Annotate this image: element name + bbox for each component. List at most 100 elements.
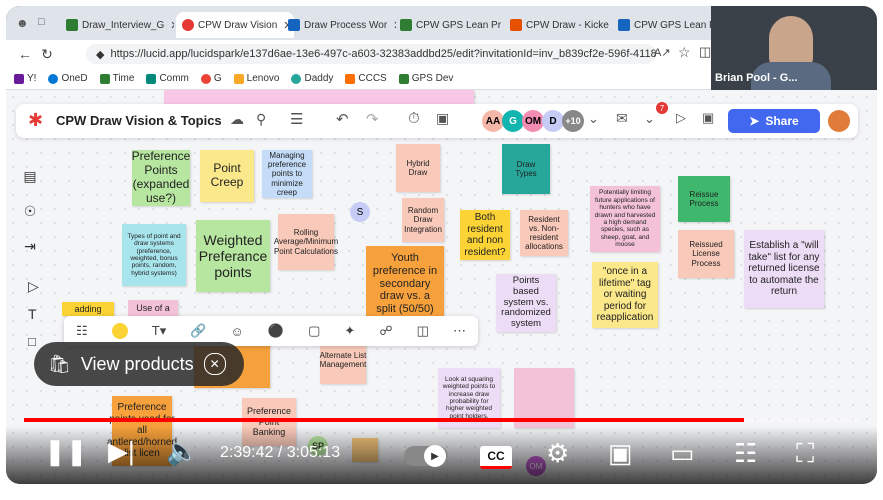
present-icon[interactable]: ▷ <box>676 110 686 126</box>
sticky-note[interactable]: Draw Types <box>502 144 550 194</box>
select-tool-icon[interactable]: ▷ <box>28 278 39 295</box>
lucid-logo-icon[interactable]: ✱ <box>28 110 43 131</box>
sticky-note[interactable]: Youth preference in secondary draw vs. a… <box>366 246 444 322</box>
tab-cpw-draw-vision[interactable]: CPW Draw Vision✕ <box>176 12 294 38</box>
sticky-note[interactable]: Random Draw Integration <box>402 198 444 242</box>
close-icon[interactable]: ✕ <box>615 19 616 32</box>
fullscreen-icon[interactable]: ⛶ <box>796 438 814 470</box>
pause-icon[interactable]: ❚❚ <box>44 436 88 467</box>
theater-mode-icon[interactable]: ▭ <box>670 438 695 469</box>
close-icon[interactable]: ✕ <box>203 353 226 375</box>
cloud-saved-icon[interactable]: ☁ <box>230 111 244 128</box>
sticky-note[interactable]: Both resident and non resident? <box>460 210 510 260</box>
sticky-note[interactable]: Reissue Process <box>678 176 730 222</box>
sticky-type-icon[interactable]: ☷ <box>76 323 88 339</box>
lock-icon[interactable]: ☍ <box>379 323 392 339</box>
chevron-down-icon[interactable]: ⌄ <box>588 111 599 127</box>
sticky-note[interactable]: "once in a lifetime" tag or waiting peri… <box>592 262 658 328</box>
sticky-note[interactable]: Point Creep <box>200 150 254 202</box>
sticky-note[interactable]: Reissued License Process <box>678 230 734 278</box>
import-icon[interactable]: ⇥ <box>24 238 36 255</box>
color-picker-icon[interactable] <box>111 323 128 339</box>
back-icon[interactable]: ← <box>14 46 36 62</box>
sticky-note-banner[interactable] <box>164 90 474 104</box>
sticky-note[interactable]: Preference Points (expanded use?) <box>132 150 190 206</box>
bookmark-time[interactable]: Time <box>99 73 134 84</box>
bookmark-onedrive[interactable]: OneD <box>48 73 88 84</box>
autoplay-toggle[interactable]: ▶ <box>404 445 448 467</box>
ai-sparkle-icon[interactable]: ✦ <box>344 323 355 339</box>
sticky-note[interactable]: Weighted Preferance points <box>196 220 270 292</box>
text-tool-icon[interactable]: T <box>28 306 37 322</box>
close-icon[interactable]: ✕ <box>170 19 174 32</box>
volume-icon[interactable]: 🔉 <box>166 436 198 467</box>
menu-icon[interactable]: ☰ <box>290 110 303 128</box>
close-icon[interactable]: ✕ <box>393 19 396 32</box>
bookmark-g1[interactable]: G <box>200 73 222 84</box>
sticky-note[interactable]: Rolling Average/Minimum Point Calculatio… <box>274 214 338 270</box>
collaborator-avatar[interactable]: G <box>502 110 524 132</box>
frame-icon[interactable]: ▤ <box>23 168 36 185</box>
sticky-note[interactable]: Hybrid Draw <box>396 144 440 192</box>
url-field[interactable]: ◆ https://lucid.app/lucidspark/e137d6ae-… <box>86 44 656 64</box>
collaborator-avatar[interactable]: OM <box>522 110 544 132</box>
read-aloud-icon[interactable]: A↗ <box>654 46 671 59</box>
chevron-down-icon[interactable]: ⌄ <box>644 111 655 127</box>
bookmark-lenovo[interactable]: Lenovo <box>233 73 279 84</box>
sticky-note[interactable]: Types of point and draw systems (prefere… <box>122 224 186 286</box>
bookmark-cccs[interactable]: CCCS <box>345 73 387 84</box>
cast-icon[interactable]: ☷ <box>734 438 757 469</box>
profile-icon[interactable]: ☻ <box>16 16 29 30</box>
share-button[interactable]: ➤ Share <box>728 109 820 133</box>
collaborator-count[interactable]: +10 <box>562 110 584 132</box>
favorite-star-icon[interactable]: ☆ <box>678 44 691 61</box>
tab-search-icon[interactable]: □ <box>38 16 45 28</box>
split-screen-icon[interactable]: ◫ <box>699 44 711 60</box>
sticky-note[interactable]: adding <box>62 302 114 316</box>
view-products-button[interactable]: 🛍 View products ✕ <box>34 342 244 386</box>
tab-draw-interview[interactable]: Draw_Interview_G✕ <box>66 12 174 38</box>
more-icon[interactable]: ⋯ <box>453 323 466 339</box>
tab-draw-process[interactable]: Draw Process Wor✕ <box>288 12 396 38</box>
progress-bar[interactable] <box>24 418 859 422</box>
bookmark-daddy[interactable]: Daddy <box>291 73 333 84</box>
sticky-note[interactable]: Points based system vs. randomized syste… <box>496 274 556 332</box>
tab-cpw-gps-lean-2[interactable]: CPW GPS Lean Pr <box>618 12 712 38</box>
bookmark-gps-dev[interactable]: GPS Dev <box>398 73 453 84</box>
tab-cpw-draw-kicker[interactable]: CPW Draw - Kicke✕ <box>510 12 616 38</box>
vote-icon[interactable]: ▣ <box>436 110 449 127</box>
link-icon[interactable]: 🔗 <box>190 323 206 339</box>
notification-badge[interactable]: 7 <box>656 102 668 114</box>
video-call-icon[interactable]: ▣ <box>702 110 714 126</box>
search-icon[interactable]: ⚲ <box>256 111 266 128</box>
bookmark-yahoo[interactable]: Y! <box>14 73 36 84</box>
sticky-note[interactable]: Resident vs. Non-resident allocations <box>520 210 568 256</box>
next-icon[interactable]: ▶| <box>108 436 135 467</box>
comment-icon[interactable]: ✉ <box>616 110 628 127</box>
document-title[interactable]: CPW Draw Vision & Topics <box>56 113 222 128</box>
collaborator-avatar[interactable]: AA <box>482 110 504 132</box>
sticky-note[interactable]: Establish a "will take" list for any ret… <box>744 230 824 308</box>
bookmark-comm[interactable]: Comm <box>146 73 189 84</box>
settings-gear-icon[interactable]: ⚙ <box>546 438 569 469</box>
sticky-note[interactable]: Use of a <box>128 300 178 316</box>
frame-icon[interactable]: ▢ <box>308 323 320 339</box>
text-format-icon[interactable]: T▾ <box>152 323 166 339</box>
shapes-icon[interactable]: ☉ <box>24 203 37 220</box>
user-avatar[interactable] <box>828 110 850 132</box>
undo-icon[interactable]: ↶ <box>336 110 349 128</box>
lucid-canvas[interactable]: ✱ CPW Draw Vision & Topics ☁ ⚲ ☰ ↶ ↷ ⏱ ▣… <box>6 90 877 484</box>
collaborator-avatar[interactable]: D <box>542 110 564 132</box>
trash-icon[interactable]: ◫ <box>417 323 429 339</box>
sticky-tool-icon[interactable]: □ <box>28 334 36 349</box>
tab-cpw-gps-lean-1[interactable]: CPW GPS Lean Pr✕ <box>400 12 506 38</box>
timer-icon[interactable]: ⏱ <box>408 110 420 127</box>
reaction-icon[interactable]: ☺ <box>231 324 244 339</box>
reload-icon[interactable]: ↻ <box>36 46 58 63</box>
sticky-note[interactable]: Managing preference points to minimize c… <box>262 150 312 198</box>
captions-button[interactable]: CC <box>480 446 512 469</box>
miniplayer-icon[interactable]: ▣ <box>608 438 633 469</box>
tag-icon[interactable]: ⚫ <box>268 323 284 339</box>
redo-icon[interactable]: ↷ <box>366 110 379 128</box>
sticky-note[interactable]: Potentially limiting future applications… <box>590 186 660 252</box>
